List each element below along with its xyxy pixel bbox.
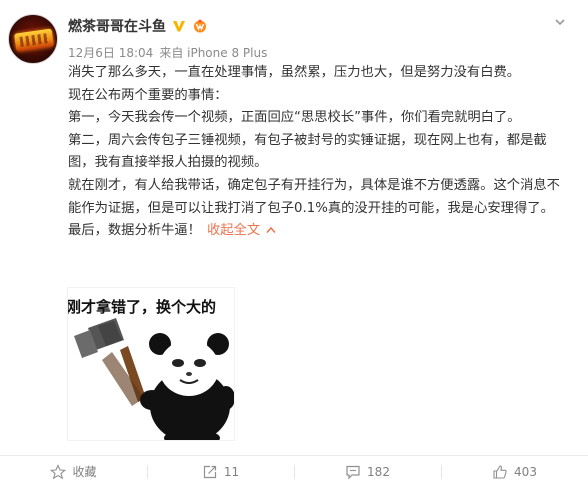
post-paragraph: 第一，今天我会传一个视频，正面回应“思思校长”事件，你们看完就明白了。 [68,110,521,126]
repost-icon [202,464,218,480]
post-last-line: 最后，数据分析牛逼！ 收起全文 [68,220,573,243]
panda-hammer-illustration [74,318,234,440]
post-paragraph: 消失了那么多天，一直在处理事情，虽然累，压力也大，但是努力没有白费。 [68,65,521,80]
post-source: 来自 iPhone 8 Plus [159,46,268,60]
vip-member-icon[interactable] [192,19,208,33]
post-date[interactable]: 12月6日 18:04 [68,44,153,61]
post-paragraph: 最后，数据分析牛逼！ [68,223,201,239]
comment-count: 182 [367,464,390,479]
action-bar: 收藏 11 182 403 [0,455,588,487]
name-row: 燃茶哥哥在斗鱼 [68,16,208,36]
panda-icon [140,333,234,440]
post-paragraph: 现在公布两个重要的事情： [68,87,228,103]
repost-button[interactable]: 11 [147,456,294,487]
chevron-up-icon[interactable] [266,220,276,243]
star-icon [50,463,67,480]
avatar[interactable] [8,14,58,64]
thumbs-up-icon [492,464,508,480]
username[interactable]: 燃茶哥哥在斗鱼 [68,16,166,36]
repost-count: 11 [223,464,240,479]
meme-image[interactable]: 刚才拿错了，换个大的 [67,287,235,441]
comment-icon [345,464,361,480]
weibo-post-card: 燃茶哥哥在斗鱼 12月6日 18:04 来自 iPhone 8 Plus 消失了… [0,0,588,487]
hammer-icon [74,318,146,406]
post-content: 消失了那么多天，一直在处理事情，虽然累，压力也大，但是努力没有白费。 现在公布两… [68,62,573,243]
collapse-text-link[interactable]: 收起全文 [207,223,260,238]
verified-v-icon[interactable] [172,19,186,33]
favorite-label: 收藏 [72,465,97,479]
post-meta: 12月6日 18:04 来自 iPhone 8 Plus [68,44,267,61]
chevron-down-icon[interactable] [552,14,568,30]
like-button[interactable]: 403 [441,456,588,487]
like-count: 403 [514,464,537,479]
comment-button[interactable]: 182 [294,456,441,487]
avatar-logo [13,28,55,52]
favorite-button[interactable]: 收藏 [0,456,147,487]
post-paragraph: 第二，周六会传包子三锤视频，有包子被封号的实锤证据，现在网上也有，都是截图，我有… [68,132,547,171]
post-paragraph: 就在刚才，有人给我带话，确定包子有开挂行为，具体是谁不方便透露。这个消息不能作为… [68,177,560,216]
